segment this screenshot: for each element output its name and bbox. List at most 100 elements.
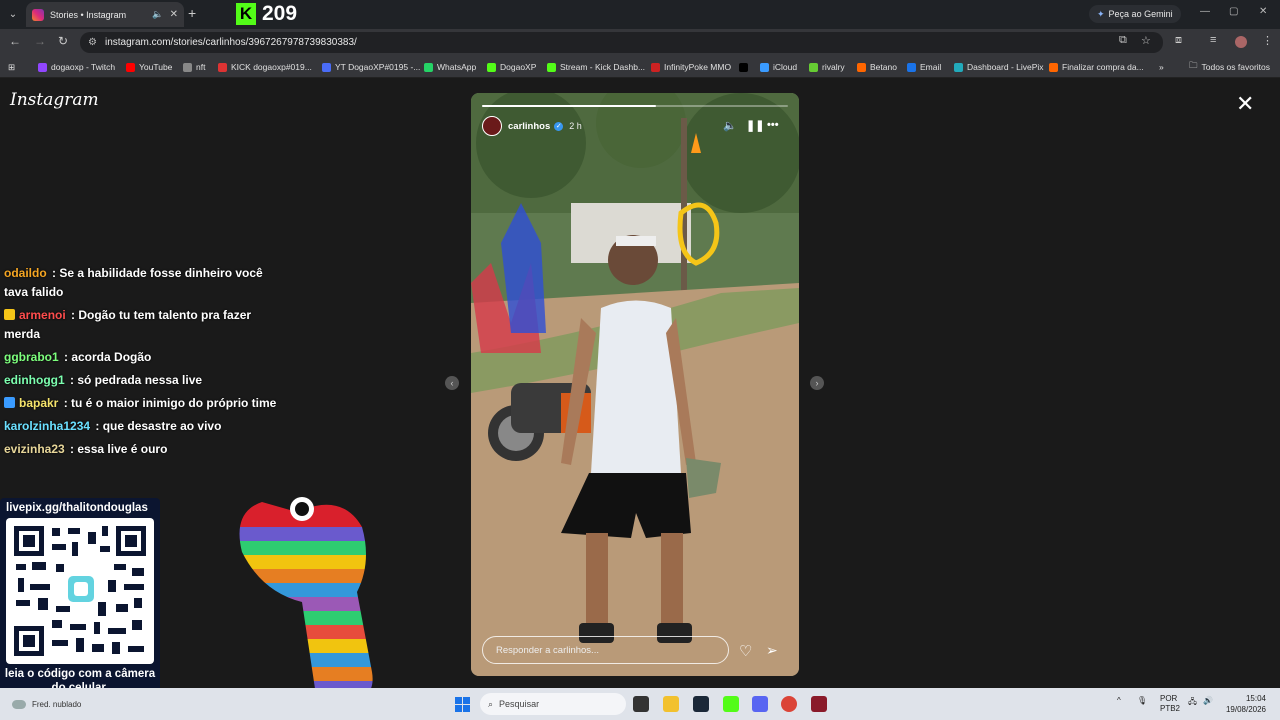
bookmark-label: Stream - Kick Dashb... [560,62,646,72]
kick-viewer-counter: K 209 [236,1,297,27]
volume-icon[interactable]: 🔊 [1203,696,1213,705]
tab-search-button[interactable]: ⌄ [4,5,22,23]
all-bookmarks-folder[interactable]: 🗀 Todos os favoritos [1189,60,1270,74]
bookmark-favicon-icon [218,62,227,72]
chat-badge-icon [4,309,15,320]
task-view-icon[interactable] [633,696,649,712]
weather-widget[interactable]: Fred. nublado [12,700,81,709]
chat-message: armenoi : Dogão tu tem talento pra fazer… [4,306,284,344]
bookmark-item[interactable]: KICK dogaoxp#019... [218,60,312,74]
bookmark-label: Finalizar compra da... [1062,62,1144,72]
address-bar[interactable]: ⚙ instagram.com/stories/carlinhos/396726… [80,32,1163,53]
bookmark-item[interactable]: DogaoXP [487,60,536,74]
keyboard-layout: PTB2 [1160,704,1181,713]
chrome-icon[interactable] [781,696,797,712]
instagram-logo[interactable]: Instagram [10,90,99,110]
new-tab-button[interactable]: + [188,5,202,21]
qr-code-icon [6,518,154,664]
story-progress-bar [482,105,788,107]
bookmark-item[interactable]: WhatsApp [424,60,476,74]
maximize-icon[interactable]: ▢ [1229,6,1238,17]
chat-message: edinhogg1 : só pedrada nessa live [4,371,284,390]
story-viewer[interactable]: carlinhos ✓ 2 h 🔈 ❚❚ ••• Responder a car… [471,93,799,676]
more-bookmarks-icon[interactable]: » [1159,60,1164,74]
bookmark-item[interactable]: Betano [857,60,897,74]
bookmark-item[interactable]: dogaoxp - Twitch [38,60,115,74]
chat-partial-message [4,246,284,258]
profile-avatar[interactable] [1235,36,1247,48]
story-progress-fill [482,105,657,107]
bookmark-item[interactable]: YouTube [126,60,172,74]
clock-date: 19/08/2026 [1225,705,1266,714]
steam-icon[interactable] [693,696,709,712]
chat-text: : acorda Dogão [60,350,152,364]
livepix-qr-panel: livepix.gg/thalitondouglas leia o código… [0,498,160,700]
story-username[interactable]: carlinhos [508,121,550,132]
start-menu-icon[interactable] [455,697,470,712]
bookmark-favicon-icon [183,62,192,72]
network-icon[interactable]: 🖧 [1188,696,1197,710]
extensions-icon[interactable]: ⧈ [1175,34,1182,47]
site-info-icon[interactable]: ⚙ [88,37,97,48]
bookmark-favicon-icon [487,62,496,72]
install-app-icon[interactable]: ⧉ [1119,34,1127,47]
taskbar-search[interactable]: ⌕ Pesquisar [480,693,626,715]
reading-list-icon[interactable]: ≡ [1210,34,1216,46]
forward-arrow-icon[interactable]: → [34,34,46,48]
share-send-icon[interactable]: ➢ [766,642,778,659]
weather-text: Fred. nublado [32,700,82,709]
ask-gemini-button[interactable]: ✦ Peça ao Gemini [1089,5,1181,23]
address-url: instagram.com/stories/carlinhos/39672679… [104,37,357,48]
browser-menu-icon[interactable]: ⋮ [1262,34,1273,47]
bookmark-star-icon[interactable]: ☆ [1141,34,1151,47]
chat-username: armenoi [19,308,66,322]
minimize-icon[interactable]: — [1200,6,1210,17]
discord-icon[interactable] [752,696,768,712]
bookmark-item[interactable]: Finalizar compra da... [1049,60,1144,74]
bookmarks-bar: ⊞ dogaoxp - Twitch YouTube nft KICK dogaoxp… [0,55,1280,78]
next-story-button[interactable]: › [810,376,824,390]
close-story-icon[interactable]: ✕ [1236,93,1254,115]
chat-username: karolzinha1234 [4,419,91,433]
pause-icon[interactable]: ❚❚ [746,119,764,132]
sock-puppet-image [222,472,402,702]
story-avatar[interactable] [482,116,502,136]
close-window-icon[interactable]: ✕ [1259,6,1267,17]
tab-instagram-stories[interactable]: Stories • Instagram 🔈 ✕ [26,2,184,27]
previous-story-button[interactable]: ‹ [445,376,459,390]
bookmark-label: YT DogaoXP#0195 -... [335,62,421,72]
bookmark-item[interactable]: InfinityPoke MMO [651,60,731,74]
bookmark-item[interactable]: Dashboard - LivePix [954,60,1044,74]
livepix-url: livepix.gg/thalitondouglas [6,502,148,514]
stream-chat-overlay: odaildo : Se a habilidade fosse dinheiro… [4,246,284,463]
bookmark-item[interactable]: YT DogaoXP#0195 -... [322,60,420,74]
app-icon[interactable] [811,696,827,712]
sound-icon[interactable]: 🔈 [723,119,737,132]
speaker-icon[interactable]: 🔈 [152,9,163,20]
bookmark-item[interactable]: nft [183,60,205,74]
bookmark-favicon-icon [857,62,866,72]
chat-username: evizinha23 [4,442,65,456]
bookmark-item[interactable]: rivalry [809,60,845,74]
reload-icon[interactable]: ↻ [58,34,68,48]
like-heart-icon[interactable]: ♡ [739,642,752,660]
microphone-icon[interactable]: 🎙 [1137,696,1147,705]
back-arrow-icon[interactable]: ← [9,34,21,48]
bookmark-item[interactable] [739,60,752,74]
bookmark-favicon-icon [651,62,660,72]
bookmark-favicon-icon [809,62,818,72]
file-explorer-icon[interactable] [663,696,679,712]
bookmark-item[interactable]: iCloud [760,60,797,74]
close-tab-icon[interactable]: ✕ [170,9,178,20]
reply-input[interactable]: Responder a carlinhos... [482,636,729,664]
taskbar-clock[interactable]: 15:04 19/08/2026 [1216,693,1266,715]
bookmark-item[interactable]: Email [907,60,941,74]
apps-grid-icon[interactable]: ⊞ [8,60,15,74]
kick-app-icon[interactable] [723,696,739,712]
more-options-icon[interactable]: ••• [767,119,779,131]
tray-chevron-icon[interactable]: ^ [1117,696,1121,705]
bookmark-item[interactable]: Stream - Kick Dashb... [547,60,645,74]
chat-text: : essa live é ouro [66,442,168,456]
language-indicator[interactable]: POR PTB2 [1160,694,1180,714]
chat-message: bapakr : tu é o maior inimigo do próprio… [4,394,284,413]
